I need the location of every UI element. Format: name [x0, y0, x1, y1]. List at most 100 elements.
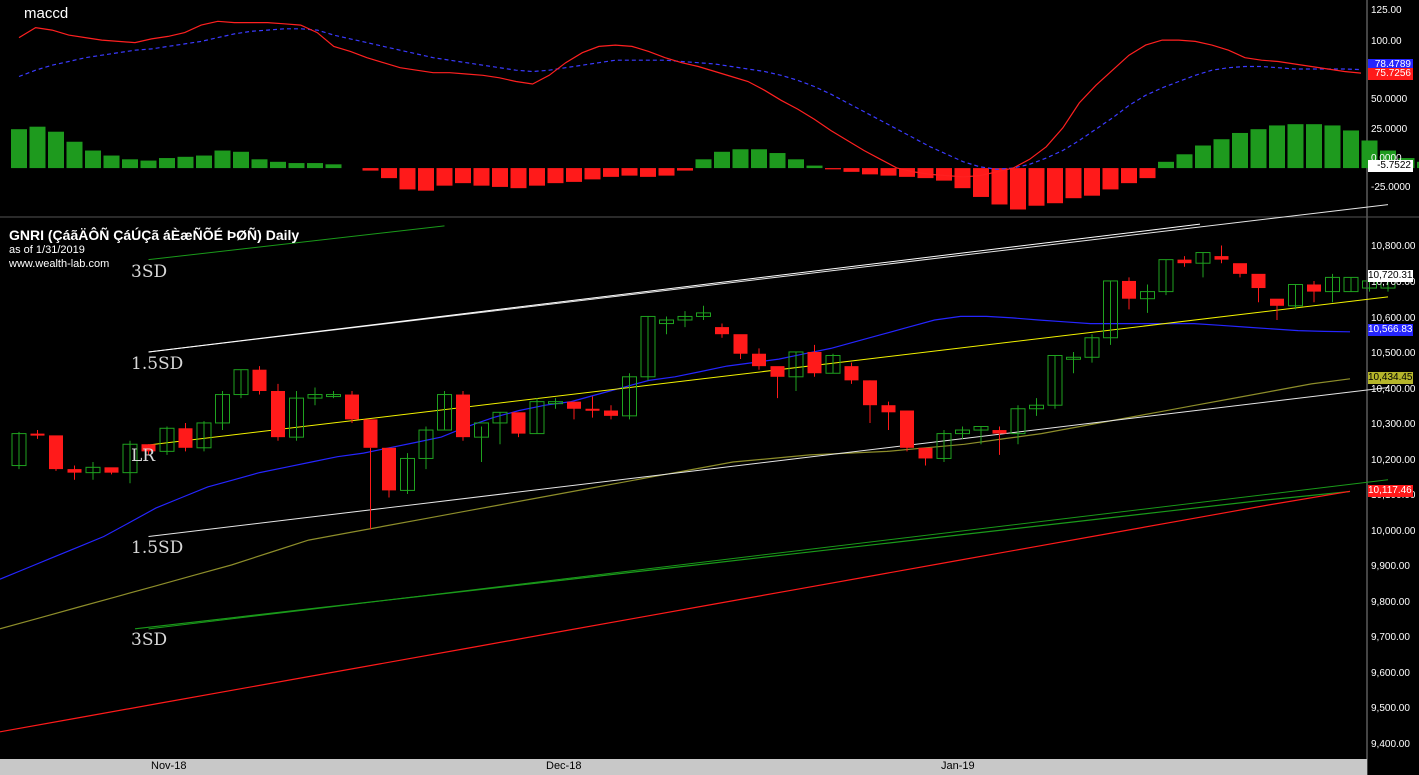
macd-histogram-bar — [1324, 125, 1341, 169]
candle-body — [363, 419, 378, 448]
macd-y-tick: 100.00 — [1371, 36, 1402, 47]
macd-histogram-bar — [1065, 168, 1082, 199]
macd-histogram-bar — [270, 161, 286, 169]
macd-histogram-bar — [658, 168, 675, 176]
macd-histogram-bar — [714, 151, 730, 169]
macd-histogram-bar — [1158, 161, 1174, 169]
macd-histogram-bar — [1047, 168, 1063, 204]
macd-histogram-bar — [806, 165, 823, 169]
candle-body — [1251, 273, 1266, 289]
candle-body — [49, 435, 63, 470]
price-y-tick: 10,200.00 — [1371, 455, 1416, 466]
candle-body — [67, 469, 82, 473]
macd-histogram-bar — [936, 168, 952, 181]
candle-body — [252, 369, 267, 391]
macd-histogram-bar — [159, 158, 175, 169]
macd-histogram-bar — [1213, 139, 1230, 169]
macd-histogram-bar — [695, 159, 712, 169]
macd-histogram-bar — [122, 159, 138, 169]
price-y-tick: 10,600.00 — [1371, 313, 1416, 324]
price-y-tick: 9,400.00 — [1371, 739, 1410, 750]
macd-histogram-bar — [11, 129, 27, 169]
price-y-tick: 10,300.00 — [1371, 419, 1416, 430]
price-y-tick: 10,800.00 — [1371, 241, 1416, 252]
price-y-tick: 9,800.00 — [1371, 597, 1410, 608]
macd-histogram-bar — [751, 149, 767, 169]
band-label-lower-1-5sd: 1.5SD — [131, 538, 184, 558]
upper-3sd-line — [148, 223, 1201, 353]
ma-blue-value-tag: 10,566.83 — [1368, 324, 1413, 336]
macd-y-tick: 50.0000 — [1371, 94, 1408, 105]
macd-histogram-bar — [1250, 129, 1267, 169]
candle-body — [900, 410, 914, 448]
x-axis-bar — [0, 759, 1367, 775]
macd-histogram-bar — [1306, 124, 1322, 169]
as-of-date: as of 1/31/2019 — [9, 244, 85, 256]
macd-histogram-bar — [1195, 145, 1211, 169]
macd-histogram-bar — [788, 159, 804, 169]
histogram-value-tag: -5.7522 — [1368, 160, 1413, 172]
lower-3sd-line — [148, 479, 1389, 630]
candle-body — [881, 405, 896, 413]
macd-histogram-bar — [1121, 168, 1137, 184]
candle-body — [345, 394, 359, 420]
candle-body — [992, 430, 1007, 434]
macd-histogram-bar — [1010, 168, 1026, 210]
macd-histogram-bar — [288, 163, 305, 169]
macd-histogram-bar — [177, 156, 194, 169]
candle-body — [567, 401, 581, 409]
macd-histogram-bar — [362, 168, 379, 171]
price-y-tick: 9,600.00 — [1371, 668, 1410, 679]
candle-body — [1270, 298, 1284, 306]
macd-histogram-bar — [418, 168, 434, 191]
macd-histogram-bar — [862, 168, 878, 175]
macd-histogram-bar — [1232, 132, 1248, 169]
band-label-lower-3sd: 3SD — [131, 630, 168, 650]
macd-histogram-bar — [473, 168, 490, 186]
band-label-upper-3sd: 3SD — [131, 262, 168, 282]
lr-line — [148, 296, 1389, 446]
macd-histogram-bar — [973, 168, 989, 197]
macd-histogram-bar — [103, 155, 120, 169]
macd-histogram-bar — [214, 150, 231, 169]
candle-body — [30, 433, 45, 436]
price-y-tick: 10,000.00 — [1371, 526, 1416, 537]
macd-histogram-bar — [85, 150, 101, 169]
price-y-tick: 10,500.00 — [1371, 348, 1416, 359]
candle-body — [456, 394, 470, 438]
macd-histogram-bar — [880, 168, 897, 176]
macd-histogram-bar — [1269, 125, 1285, 169]
candle-body — [271, 391, 285, 438]
candle-body — [1122, 280, 1136, 299]
macd-histogram-bar — [399, 168, 416, 190]
candle-body — [844, 366, 859, 381]
macd-histogram-bar — [991, 168, 1008, 205]
macd-histogram-bar — [547, 168, 564, 184]
candle-body — [1214, 256, 1229, 260]
macd-histogram-bar — [1343, 130, 1359, 169]
candle-body — [733, 334, 748, 354]
candle-body — [1233, 263, 1247, 274]
indicator-label: maccd — [24, 5, 69, 22]
macd-histogram-bar — [1084, 168, 1100, 196]
candle-body — [715, 327, 729, 335]
x-tick-label: Jan-19 — [941, 760, 975, 772]
candle-body — [511, 412, 526, 434]
macd-histogram-bar — [510, 168, 527, 189]
candle-body — [382, 447, 396, 491]
macd-y-tick: 125.00 — [1371, 5, 1402, 16]
macd-histogram-bar — [584, 168, 601, 180]
candle-body — [604, 410, 618, 416]
macd-histogram-bar — [325, 164, 342, 169]
macd-histogram-bar — [140, 160, 157, 169]
macd-histogram-bar — [1028, 168, 1045, 206]
chart-canvas — [0, 0, 1419, 775]
x-tick-label: Dec-18 — [546, 760, 582, 772]
macd-histogram-bar — [732, 149, 749, 169]
candle-body — [807, 351, 822, 374]
macd-histogram-bar — [307, 163, 323, 169]
candle-body — [1307, 284, 1321, 292]
macd-histogram-bar — [1176, 154, 1193, 169]
macd-histogram-bar — [196, 155, 212, 169]
macd-histogram-bar — [621, 168, 638, 176]
